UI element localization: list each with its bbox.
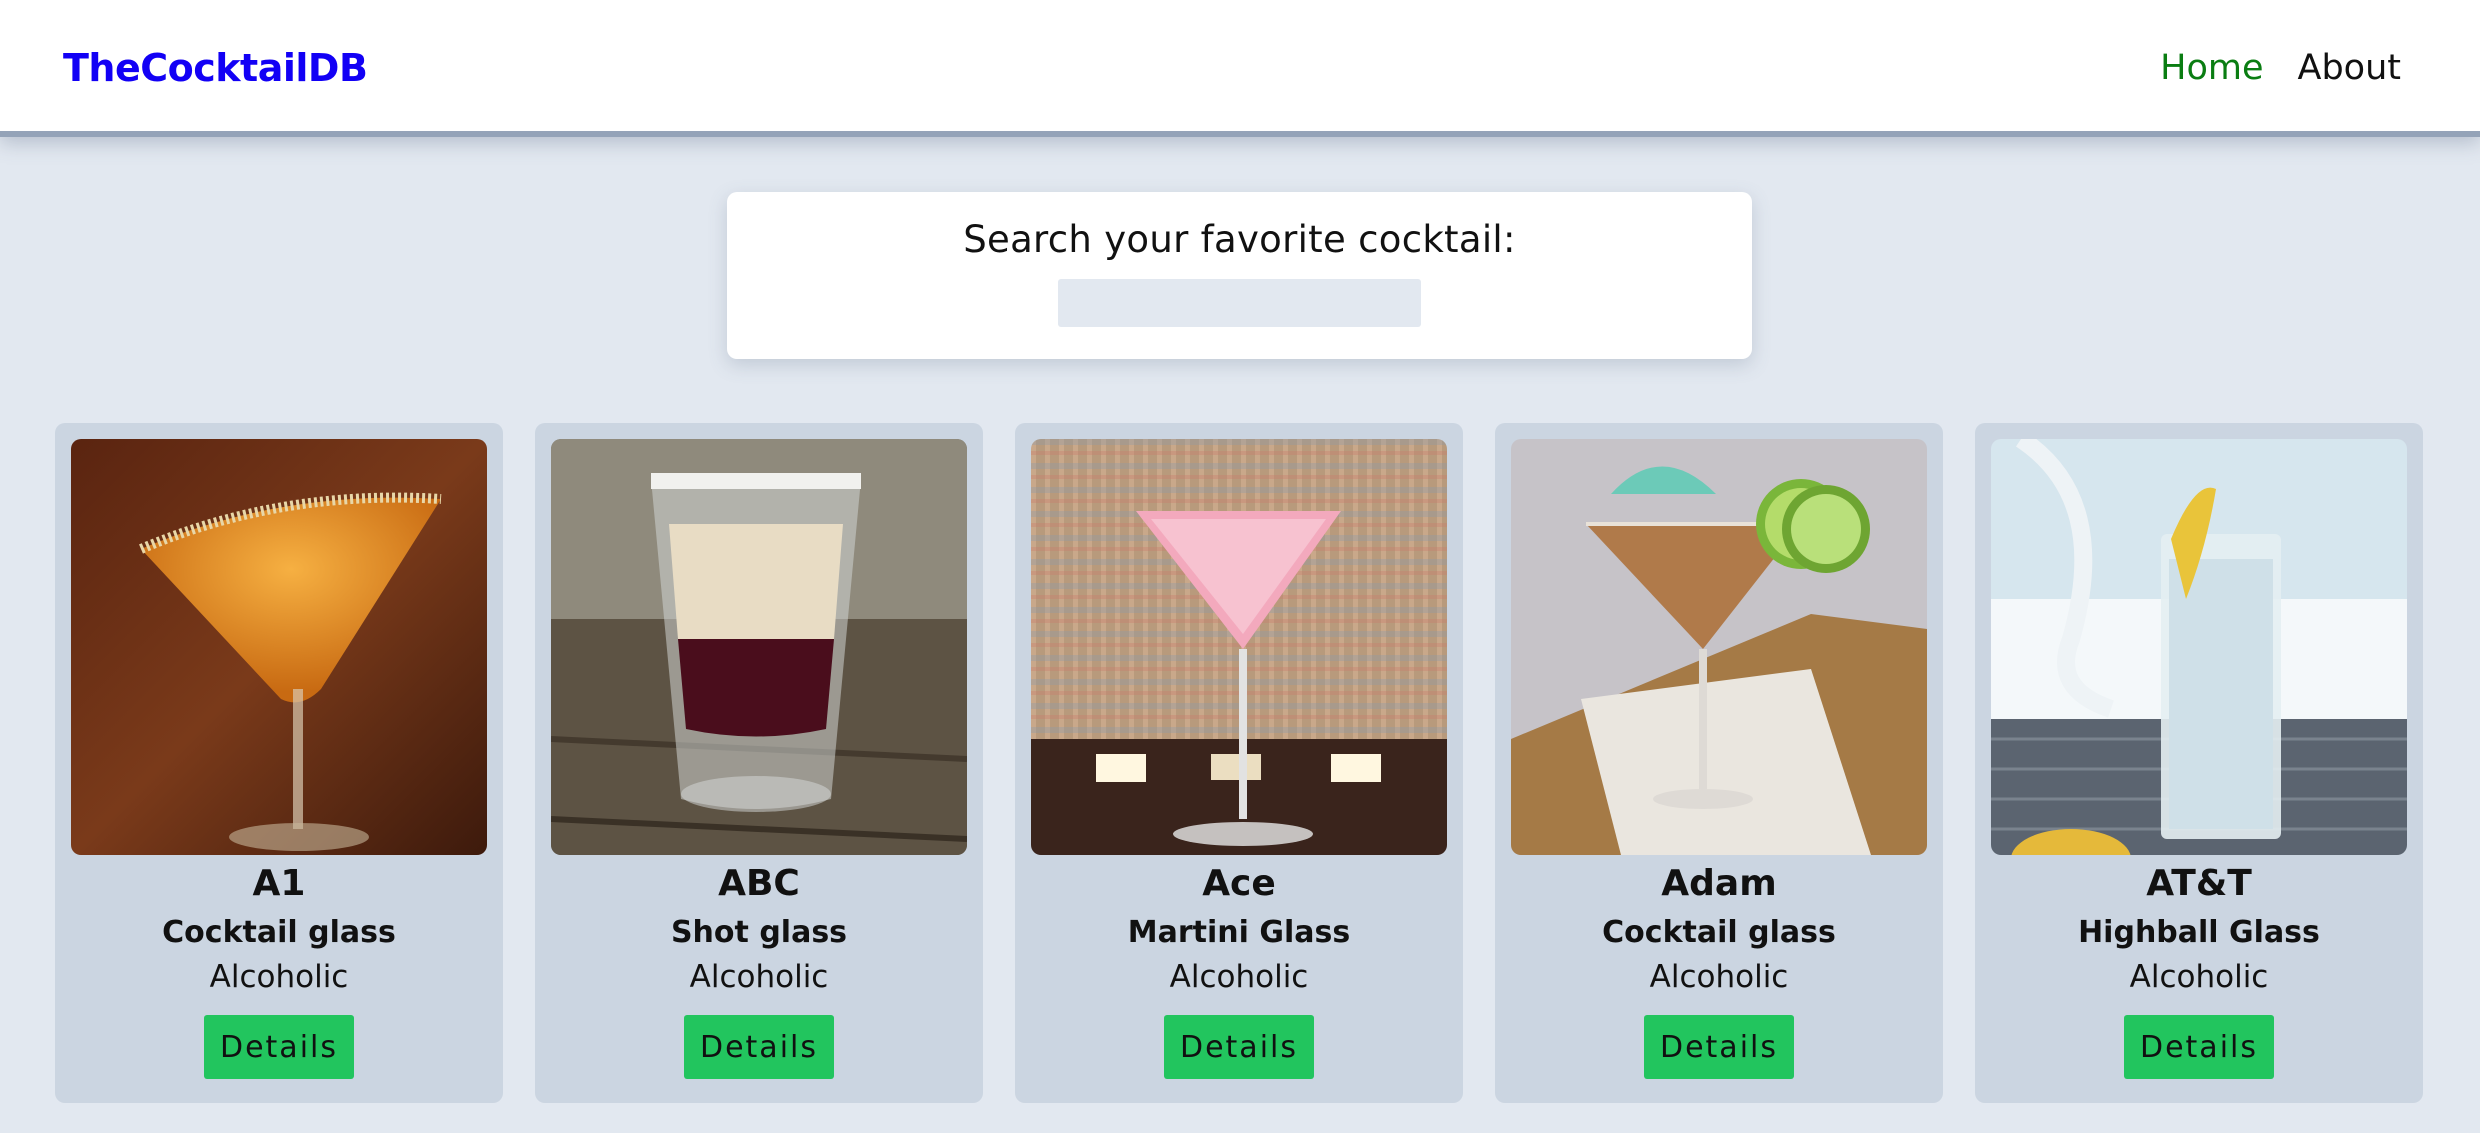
details-button[interactable]: Details: [1644, 1015, 1794, 1079]
logo-link[interactable]: TheCocktailDB: [63, 46, 368, 90]
search-label: Search your favorite cocktail:: [963, 218, 1516, 261]
cocktail-card: A1 Cocktail glass Alcoholic Details: [55, 423, 503, 1103]
details-button[interactable]: Details: [1164, 1015, 1314, 1079]
cocktail-glass: Cocktail glass: [1602, 915, 1836, 950]
cocktail-card: Ace Martini Glass Alcoholic Details: [1015, 423, 1463, 1103]
details-button[interactable]: Details: [684, 1015, 834, 1079]
cocktail-type: Alcoholic: [2129, 959, 2269, 995]
cocktail-name: Adam: [1661, 863, 1777, 904]
cocktail-image: [1991, 439, 2407, 855]
cocktail-image: [551, 439, 967, 855]
nav-links: Home About: [2160, 48, 2401, 88]
nav-link-about[interactable]: About: [2298, 48, 2401, 88]
cocktail-card: Adam Cocktail glass Alcoholic Details: [1495, 423, 1943, 1103]
cocktail-card: ABC Shot glass Alcoholic Details: [535, 423, 983, 1103]
cocktail-glass: Highball Glass: [2078, 915, 2320, 950]
cocktail-glass: Cocktail glass: [162, 915, 396, 950]
search-input[interactable]: [1058, 279, 1421, 327]
search-form: Search your favorite cocktail:: [727, 192, 1752, 359]
cocktail-type: Alcoholic: [1169, 959, 1309, 995]
details-button[interactable]: Details: [2124, 1015, 2274, 1079]
cocktail-name: Ace: [1202, 863, 1276, 904]
cocktail-glass: Martini Glass: [1127, 915, 1351, 950]
details-button[interactable]: Details: [204, 1015, 354, 1079]
cocktail-name: AT&T: [2146, 863, 2252, 904]
cocktail-image: [1031, 439, 1447, 855]
navbar: TheCocktailDB Home About: [0, 0, 2480, 137]
cocktail-glass: Shot glass: [670, 915, 848, 950]
cocktail-type: Alcoholic: [689, 959, 829, 995]
cocktail-name: A1: [252, 863, 306, 904]
cocktail-image: [71, 439, 487, 855]
cocktail-type: Alcoholic: [1649, 959, 1789, 995]
cocktail-card: AT&T Highball Glass Alcoholic Details: [1975, 423, 2423, 1103]
cocktail-list: A1 Cocktail glass Alcoholic Details ABC …: [55, 423, 2423, 1103]
nav-link-home[interactable]: Home: [2160, 48, 2263, 88]
cocktail-name: ABC: [718, 863, 800, 904]
cocktail-type: Alcoholic: [209, 959, 349, 995]
cocktail-image: [1511, 439, 1927, 855]
